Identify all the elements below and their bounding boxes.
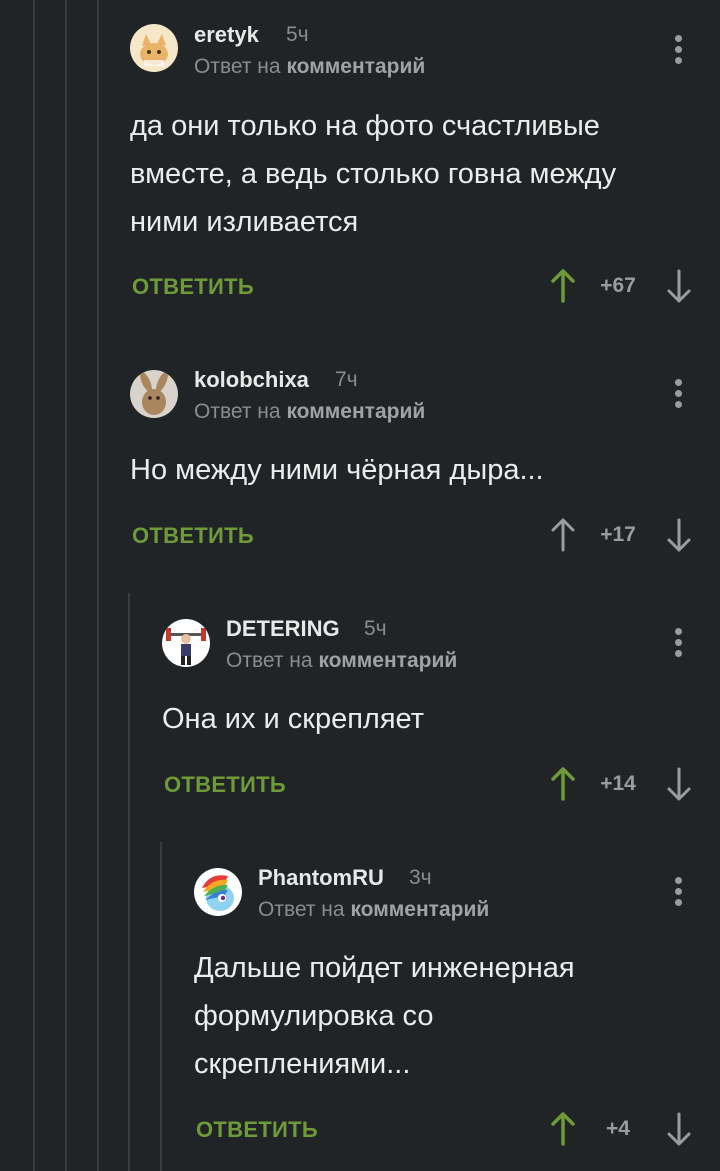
cat-avatar-icon[interactable] (130, 24, 178, 72)
comment-text-line: формулировка со (194, 1000, 434, 1032)
downvote-arrow-icon[interactable] (664, 268, 694, 304)
more-options-icon[interactable] (668, 625, 688, 661)
reply-prefix: Ответ на (258, 898, 345, 921)
timestamp: 7ч (335, 368, 358, 391)
thread-line (160, 842, 162, 1171)
reply-to-info: Ответ на комментарий (258, 898, 489, 922)
timestamp: 5ч (286, 23, 309, 46)
comment-text: да они только на фото счастливые вместе,… (130, 102, 616, 246)
reply-prefix: Ответ на (226, 649, 313, 672)
reply-target-link[interactable]: комментарий (286, 400, 425, 423)
rating-score: +17 (600, 523, 636, 546)
reply-prefix: Ответ на (194, 400, 281, 423)
author-name[interactable]: PhantomRU (258, 865, 384, 891)
author-name[interactable]: kolobchixa (194, 367, 309, 393)
thread-line (128, 593, 130, 1171)
comment-text: Но между ними чёрная дыра... (130, 446, 544, 494)
reply-target-link[interactable]: комментарий (350, 898, 489, 921)
thread-line (97, 0, 99, 1171)
thread-line (65, 0, 67, 1171)
author-name[interactable]: DETERING (226, 616, 340, 642)
reply-prefix: Ответ на (194, 55, 281, 78)
rating-score: +14 (600, 772, 636, 795)
comment-text: Дальше пойдет инженерная формулировка со… (194, 944, 575, 1088)
reply-target-link[interactable]: комментарий (318, 649, 457, 672)
weightlifter-avatar-icon[interactable] (162, 619, 210, 667)
reply-button[interactable]: ОТВЕТИТЬ (132, 274, 254, 300)
rabbit-avatar-icon[interactable] (130, 370, 178, 418)
comment-text-line: скреплениями... (194, 1048, 411, 1080)
reply-target-link[interactable]: комментарий (286, 55, 425, 78)
comment-text-line: вместе, а ведь столько говна между (130, 158, 617, 190)
reply-to-info: Ответ на комментарий (194, 400, 425, 424)
upvote-arrow-icon[interactable] (548, 517, 578, 553)
upvote-arrow-icon[interactable] (548, 1111, 578, 1147)
comment-text-line: Но между ними чёрная дыра... (130, 454, 544, 486)
reply-button[interactable]: ОТВЕТИТЬ (196, 1117, 318, 1143)
comment-text: Она их и скрепляет (162, 695, 424, 743)
thread-line (33, 0, 35, 1171)
reply-button[interactable]: ОТВЕТИТЬ (132, 523, 254, 549)
comment-text-line: Дальше пойдет инженерная (194, 952, 575, 984)
author-name[interactable]: eretyk (194, 22, 259, 48)
reply-button[interactable]: ОТВЕТИТЬ (164, 772, 286, 798)
upvote-arrow-icon[interactable] (548, 766, 578, 802)
reply-to-info: Ответ на комментарий (226, 649, 457, 673)
comment-text-line: да они только на фото счастливые (130, 110, 600, 142)
pony-avatar-icon[interactable] (194, 868, 242, 916)
more-options-icon[interactable] (668, 32, 688, 68)
downvote-arrow-icon[interactable] (664, 766, 694, 802)
upvote-arrow-icon[interactable] (548, 268, 578, 304)
comment-text-line: Она их и скрепляет (162, 703, 424, 735)
reply-to-info: Ответ на комментарий (194, 55, 425, 79)
downvote-arrow-icon[interactable] (664, 517, 694, 553)
rating-score: +4 (606, 1117, 630, 1140)
rating-score: +67 (600, 274, 636, 297)
downvote-arrow-icon[interactable] (664, 1111, 694, 1147)
more-options-icon[interactable] (668, 376, 688, 412)
timestamp: 5ч (364, 617, 387, 640)
comment-text-line: ними изливается (130, 206, 359, 238)
timestamp: 3ч (409, 866, 432, 889)
more-options-icon[interactable] (668, 874, 688, 910)
